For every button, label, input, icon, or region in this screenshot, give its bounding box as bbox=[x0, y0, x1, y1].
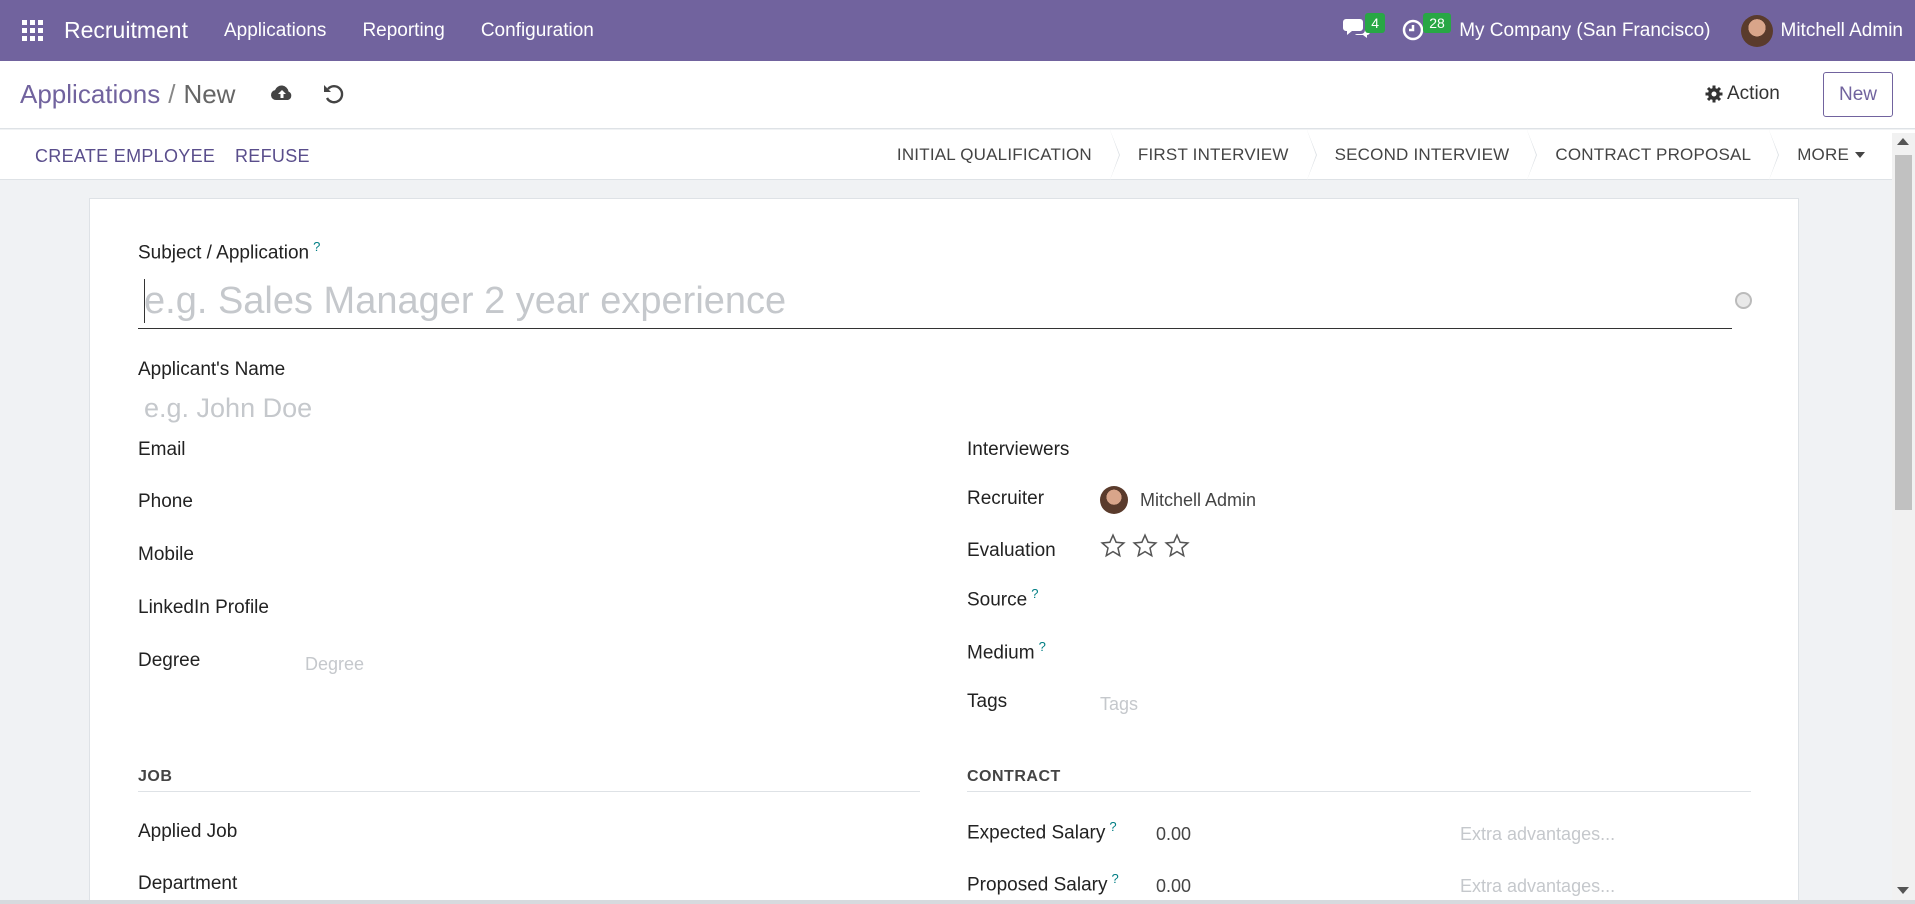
more-label: MORE bbox=[1797, 145, 1849, 164]
bottom-edge bbox=[0, 900, 1915, 904]
menu-applications[interactable]: Applications bbox=[224, 20, 326, 42]
expected-salary-input[interactable]: 0.00 bbox=[1156, 824, 1191, 845]
menu-configuration[interactable]: Configuration bbox=[481, 20, 594, 42]
messages-button[interactable]: 4 bbox=[1343, 12, 1385, 46]
email-label: Email bbox=[138, 439, 186, 460]
star-icon[interactable] bbox=[1164, 533, 1190, 559]
applicant-name-input[interactable] bbox=[138, 389, 838, 427]
proposed-salary-label: Proposed Salary? bbox=[967, 871, 1119, 896]
stage-second-interview[interactable]: SECOND INTERVIEW bbox=[1311, 130, 1538, 180]
contract-section-title: CONTRACT bbox=[967, 768, 1061, 785]
scroll-up-arrow-icon[interactable] bbox=[1897, 138, 1909, 145]
stage-more-dropdown[interactable]: MORE bbox=[1773, 130, 1887, 180]
proposed-salary-input[interactable]: 0.00 bbox=[1156, 876, 1191, 897]
breadcrumb-current: New bbox=[183, 79, 236, 109]
refuse-button[interactable]: REFUSE bbox=[235, 146, 310, 167]
degree-select[interactable]: Degree bbox=[305, 654, 364, 675]
applicant-name-label: Applicant's Name bbox=[138, 359, 286, 380]
recruiter-avatar bbox=[1100, 486, 1128, 514]
text-cursor bbox=[144, 279, 145, 323]
control-panel: Applications / New Action New bbox=[0, 61, 1915, 129]
star-icon[interactable] bbox=[1100, 533, 1126, 559]
subject-input[interactable] bbox=[138, 275, 1732, 329]
create-employee-button[interactable]: CREATE EMPLOYEE bbox=[35, 146, 215, 167]
stage-pipeline: INITIAL QUALIFICATION FIRST INTERVIEW SE… bbox=[873, 130, 1887, 180]
activities-button[interactable]: 28 bbox=[1401, 12, 1451, 46]
discard-undo-icon[interactable] bbox=[322, 83, 346, 105]
subject-label: Subject / Application? bbox=[138, 239, 320, 264]
action-label: Action bbox=[1727, 83, 1780, 104]
subject-help-icon[interactable]: ? bbox=[313, 239, 320, 254]
degree-label: Degree bbox=[138, 650, 201, 671]
user-menu[interactable]: Mitchell Admin bbox=[1781, 20, 1904, 42]
proposed-extra-advantages-input[interactable]: Extra advantages... bbox=[1460, 876, 1615, 897]
source-label-text: Source bbox=[967, 589, 1028, 611]
star-icon[interactable] bbox=[1132, 533, 1158, 559]
interviewers-label: Interviewers bbox=[967, 439, 1070, 460]
gear-icon bbox=[1705, 85, 1723, 103]
proposed-salary-label-text: Proposed Salary bbox=[967, 874, 1108, 896]
evaluation-stars bbox=[1100, 533, 1196, 559]
expected-salary-help-icon[interactable]: ? bbox=[1109, 819, 1116, 834]
contract-divider bbox=[967, 791, 1751, 792]
linkedin-label: LinkedIn Profile bbox=[138, 597, 269, 618]
action-menu-button[interactable]: Action bbox=[1705, 83, 1780, 105]
recruiter-field[interactable]: Mitchell Admin bbox=[1140, 490, 1256, 511]
applied-job-label: Applied Job bbox=[138, 821, 238, 842]
scroll-thumb[interactable] bbox=[1895, 155, 1912, 510]
expected-salary-label-text: Expected Salary bbox=[967, 822, 1106, 844]
stage-first-interview[interactable]: FIRST INTERVIEW bbox=[1114, 130, 1317, 180]
app-brand[interactable]: Recruitment bbox=[64, 17, 188, 44]
activities-count-badge: 28 bbox=[1423, 12, 1451, 33]
status-bar: CREATE EMPLOYEE REFUSE INITIAL QUALIFICA… bbox=[0, 130, 1915, 180]
breadcrumb: Applications / New bbox=[20, 79, 235, 110]
proposed-salary-help-icon[interactable]: ? bbox=[1111, 871, 1118, 886]
stage-contract-proposal[interactable]: CONTRACT PROPOSAL bbox=[1531, 130, 1779, 180]
save-cloud-icon[interactable] bbox=[270, 83, 294, 103]
scroll-down-arrow-icon[interactable] bbox=[1897, 887, 1909, 894]
breadcrumb-applications[interactable]: Applications bbox=[20, 79, 160, 109]
menu-reporting[interactable]: Reporting bbox=[362, 20, 444, 42]
top-navbar: Recruitment Applications Reporting Confi… bbox=[0, 0, 1915, 61]
company-switcher[interactable]: My Company (San Francisco) bbox=[1459, 20, 1710, 42]
phone-label: Phone bbox=[138, 491, 193, 512]
tags-input[interactable]: Tags bbox=[1100, 694, 1138, 715]
new-record-button[interactable]: New bbox=[1823, 72, 1893, 117]
evaluation-label: Evaluation bbox=[967, 540, 1056, 561]
tags-label: Tags bbox=[967, 691, 1008, 712]
expected-salary-label: Expected Salary? bbox=[967, 819, 1117, 844]
expected-extra-advantages-input[interactable]: Extra advantages... bbox=[1460, 824, 1615, 845]
page-scrollbar[interactable] bbox=[1892, 133, 1915, 904]
medium-help-icon[interactable]: ? bbox=[1039, 639, 1046, 654]
source-label: Source? bbox=[967, 586, 1038, 611]
department-label: Department bbox=[138, 873, 238, 894]
job-divider bbox=[138, 791, 920, 792]
stage-initial-qualification[interactable]: INITIAL QUALIFICATION bbox=[873, 130, 1120, 180]
messages-count-badge: 4 bbox=[1365, 12, 1385, 33]
job-section-title: JOB bbox=[138, 768, 173, 785]
priority-toggle-icon[interactable] bbox=[1735, 292, 1752, 309]
user-avatar[interactable] bbox=[1740, 14, 1773, 47]
recruiter-label: Recruiter bbox=[967, 488, 1045, 509]
breadcrumb-separator: / bbox=[168, 79, 176, 109]
medium-label-text: Medium bbox=[967, 642, 1035, 664]
subject-label-text: Subject / Application bbox=[138, 242, 310, 264]
apps-menu-icon[interactable] bbox=[0, 0, 64, 61]
form-sheet: Subject / Application? Applicant's Name … bbox=[89, 198, 1799, 904]
source-help-icon[interactable]: ? bbox=[1031, 586, 1038, 601]
medium-label: Medium? bbox=[967, 639, 1046, 664]
mobile-label: Mobile bbox=[138, 544, 194, 565]
caret-down-icon bbox=[1855, 152, 1865, 158]
